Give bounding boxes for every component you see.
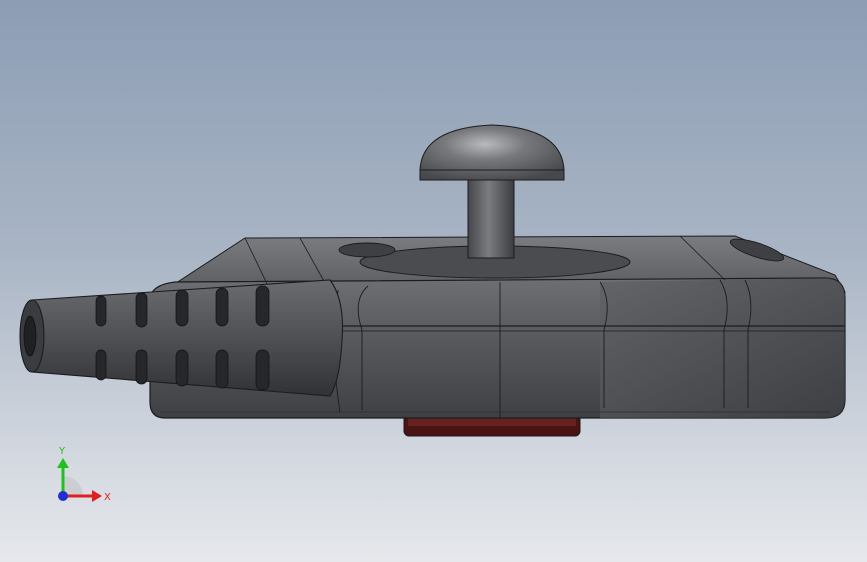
graphics-viewport[interactable]: Y X	[0, 0, 867, 562]
model-scene	[19, 124, 846, 437]
cable-strain-relief	[19, 279, 344, 397]
y-axis-label: Y	[58, 446, 66, 457]
x-axis-label: X	[104, 492, 111, 503]
coordinate-triad: Y X	[57, 446, 111, 503]
z-axis-origin	[58, 491, 68, 501]
